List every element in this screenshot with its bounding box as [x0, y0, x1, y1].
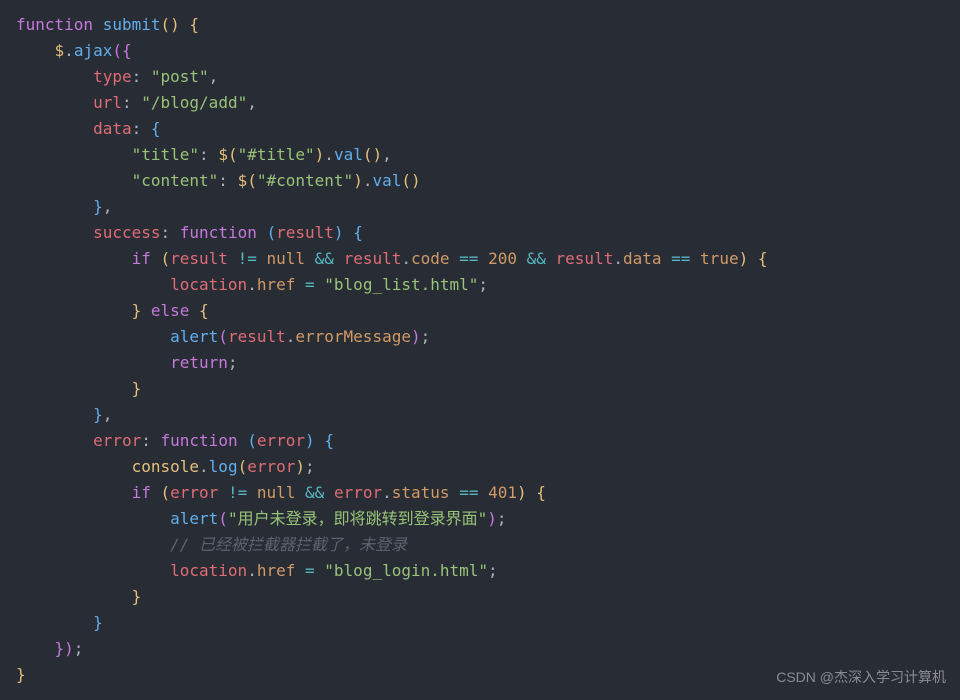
blog-list-url: "blog_list.html"	[324, 275, 478, 294]
url-key: url	[93, 93, 122, 112]
location-obj: location	[170, 275, 247, 294]
content-key: "content"	[132, 171, 219, 190]
else-keyword: else	[151, 301, 190, 320]
content-selector: "#content"	[257, 171, 353, 190]
url-value: "/blog/add"	[141, 93, 247, 112]
code-prop: code	[411, 249, 450, 268]
result-param: result	[276, 223, 334, 242]
function-name: submit	[103, 15, 161, 34]
blog-login-url: "blog_login.html"	[324, 561, 488, 580]
errormessage-prop: errorMessage	[295, 327, 411, 346]
comment-line: // 已经被拦截器拦截了，未登录	[170, 535, 407, 554]
error-param: error	[257, 431, 305, 450]
code-200: 200	[488, 249, 517, 268]
code-401: 401	[488, 483, 517, 502]
title-selector: "#title"	[238, 145, 315, 164]
success-key: success	[93, 223, 160, 242]
code-block: function submit() { $.ajax({ type: "post…	[0, 0, 960, 700]
true-literal: true	[700, 249, 739, 268]
href-prop: href	[257, 275, 296, 294]
jquery-dollar: $	[55, 41, 65, 60]
log-call: log	[209, 457, 238, 476]
alert-message: "用户未登录，即将跳转到登录界面"	[228, 509, 487, 528]
data-key: data	[93, 119, 132, 138]
type-key: type	[93, 67, 132, 86]
status-prop: status	[392, 483, 450, 502]
data-prop: data	[623, 249, 662, 268]
console-obj: console	[132, 457, 199, 476]
if-keyword: if	[132, 249, 151, 268]
return-keyword: return	[170, 353, 228, 372]
type-value: "post"	[151, 67, 209, 86]
error-key: error	[93, 431, 141, 450]
watermark-text: CSDN @杰深入学习计算机	[776, 664, 946, 690]
ajax-call: ajax	[74, 41, 113, 60]
title-key: "title"	[132, 145, 199, 164]
val-call: val	[334, 145, 363, 164]
keyword-function: function	[16, 15, 93, 34]
alert-call: alert	[170, 327, 218, 346]
